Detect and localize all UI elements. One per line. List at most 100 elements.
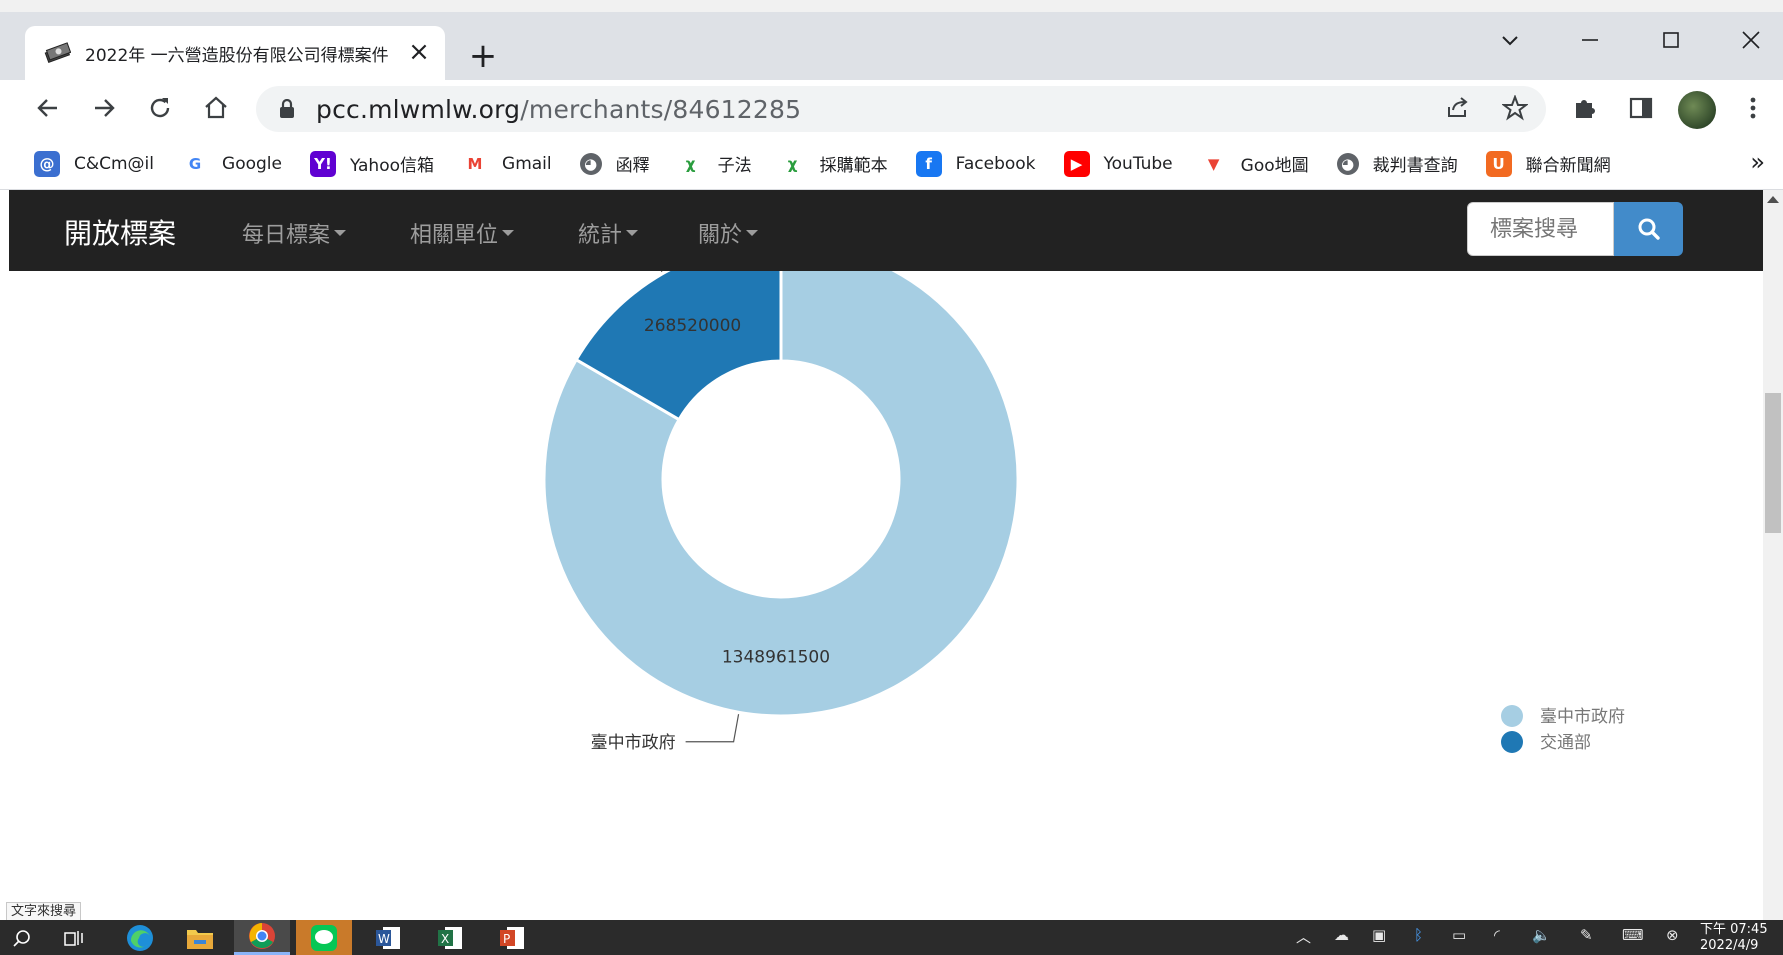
nav-daily-tenders[interactable]: 每日標案 (242, 217, 347, 249)
mail-badge-icon: @ (34, 150, 60, 177)
pcc-logo-icon: χ (779, 150, 806, 177)
side-panel-icon[interactable] (1623, 90, 1659, 126)
bookmark-item[interactable]: χ 子法 (677, 150, 752, 177)
tray-security-icon[interactable]: ▣ (1372, 926, 1386, 944)
new-tab-button[interactable]: + (468, 39, 498, 73)
globe-icon: ◕ (1336, 152, 1359, 175)
status-tooltip: 文字來搜尋 (6, 902, 82, 922)
nav-label: 關於 (698, 223, 743, 248)
tray-chevron-up-icon[interactable]: ︿ (1296, 926, 1311, 947)
svg-text:X: X (441, 932, 449, 946)
reload-icon[interactable] (142, 90, 178, 126)
line-app-icon[interactable] (296, 920, 352, 955)
slice-leader-line (685, 714, 740, 743)
bookmark-label: 採購範本 (819, 156, 888, 176)
facebook-icon: f (915, 150, 942, 177)
page-scrollbar[interactable] (1763, 190, 1783, 920)
powerpoint-icon[interactable]: P (490, 920, 534, 955)
share-icon[interactable] (1440, 90, 1476, 126)
windows-taskbar: W X P ︿ ☁ ▣ ᛒ ▭ ◜ 🔈 ✎ ⌨ ⊗ 下午 07:45 2022/… (0, 920, 1783, 955)
bookmark-label: Yahoo信箱 (349, 156, 435, 176)
legend-label[interactable]: 交通部 (1540, 733, 1591, 753)
slice-name-label: 臺中市政府 (591, 733, 676, 753)
extensions-puzzle-icon[interactable] (1567, 90, 1603, 126)
back-arrow-icon[interactable] (30, 90, 66, 126)
lock-icon (280, 99, 294, 118)
system-clock[interactable]: 下午 07:45 2022/4/9 (1700, 922, 1768, 954)
site-brand[interactable]: 開放標案 (64, 212, 176, 252)
edge-browser-icon[interactable] (118, 920, 162, 955)
bookmark-label: Gmail (502, 153, 552, 174)
legend-label[interactable]: 臺中市政府 (1540, 707, 1625, 727)
excel-icon[interactable]: X (428, 920, 472, 955)
battery-icon[interactable]: ▭ (1452, 926, 1466, 944)
maps-pin-icon: ▼ (1200, 150, 1227, 177)
home-icon[interactable] (198, 90, 234, 126)
legend-marker[interactable] (1501, 731, 1523, 753)
star-bookmark-icon[interactable] (1497, 90, 1533, 126)
bookmarks-overflow-button[interactable]: » (1750, 148, 1765, 176)
money-stack-icon (44, 42, 71, 64)
url-path: /merchants/84612285 (520, 94, 802, 124)
bookmark-label: Google (222, 153, 282, 174)
caret-down-icon (626, 230, 639, 236)
nav-about[interactable]: 關於 (698, 217, 759, 249)
caret-down-icon (502, 230, 515, 236)
chrome-taskbar-icon[interactable] (234, 920, 290, 955)
nav-label: 每日標案 (242, 223, 331, 248)
address-bar[interactable]: pcc.mlwmlw.org/merchants/84612285 (256, 86, 1546, 132)
tender-search-input[interactable] (1467, 202, 1614, 256)
file-explorer-icon[interactable] (178, 920, 222, 955)
onedrive-cloud-icon[interactable]: ☁ (1334, 926, 1349, 944)
bookmark-item[interactable]: @ C&Cm@il (34, 150, 154, 177)
legend-marker[interactable] (1501, 705, 1523, 727)
minimize-icon[interactable] (1570, 30, 1610, 66)
scroll-thumb[interactable] (1765, 393, 1781, 533)
word-icon[interactable]: W (366, 920, 410, 955)
wifi-icon[interactable]: ◜ (1494, 926, 1500, 944)
slice-leader-line (660, 271, 663, 273)
bookmark-item[interactable]: Y! Yahoo信箱 (309, 150, 435, 177)
profile-avatar[interactable] (1678, 91, 1716, 129)
bookmark-item[interactable]: M Gmail (462, 150, 552, 177)
bookmark-item[interactable]: G Google (182, 150, 282, 177)
notification-close-icon[interactable]: ⊗ (1666, 926, 1679, 944)
bookmark-item[interactable]: ▶ YouTube (1063, 150, 1173, 177)
bookmark-item[interactable]: χ 採購範本 (779, 150, 888, 177)
close-window-icon[interactable] (1731, 30, 1771, 66)
bookmark-item[interactable]: f Facebook (915, 150, 1036, 177)
task-view-icon[interactable] (56, 920, 92, 955)
globe-icon: ◕ (579, 152, 602, 175)
bookmark-label: Facebook (955, 153, 1036, 174)
bookmarks-bar: @ C&Cm@il G Google Y! Yahoo信箱 M Gmail ◕ 函釋 χ 子法 χ 採購範… (0, 138, 1783, 190)
svg-text:W: W (378, 932, 390, 946)
nav-label: 統計 (578, 223, 623, 248)
pen-icon[interactable]: ✎ (1580, 926, 1593, 944)
bookmark-item[interactable]: ◕ 函釋 (579, 151, 650, 176)
bookmark-label: YouTube (1103, 153, 1173, 174)
nav-statistics[interactable]: 統計 (578, 217, 639, 249)
tab-close-icon[interactable]: × (407, 39, 431, 65)
screen: 2022年 一六營造股份有限公司得標案件 × + pcc.mlwmlw.org/… (0, 0, 1783, 955)
scroll-up-arrow-icon[interactable] (1767, 196, 1779, 203)
volume-icon[interactable]: 🔈 (1532, 926, 1551, 944)
url-domain: pcc.mlwmlw.org (316, 94, 521, 124)
svg-text:P: P (503, 932, 510, 946)
nav-related-units[interactable]: 相關單位 (410, 217, 515, 249)
bluetooth-icon[interactable]: ᛒ (1414, 926, 1423, 944)
touch-keyboard-icon[interactable]: ⌨ (1622, 926, 1644, 944)
search-button[interactable] (1614, 202, 1683, 256)
maximize-icon[interactable] (1651, 30, 1691, 66)
bookmark-item[interactable]: ◕ 裁判書查詢 (1336, 151, 1458, 176)
search-icon[interactable] (4, 920, 40, 955)
tab-search-chevron-icon[interactable] (1490, 30, 1530, 66)
menu-kebab-icon[interactable] (1735, 90, 1771, 126)
bookmark-item[interactable]: ▼ Goo地圖 (1200, 150, 1309, 177)
google-icon: G (182, 150, 209, 177)
yahoo-icon: Y! (309, 150, 336, 177)
forward-arrow-icon[interactable] (86, 90, 122, 126)
pcc-logo-icon: χ (677, 150, 704, 177)
browser-toolbar: pcc.mlwmlw.org/merchants/84612285 (0, 80, 1783, 138)
browser-tab[interactable]: 2022年 一六營造股份有限公司得標案件 × (25, 26, 445, 80)
bookmark-item[interactable]: U 聯合新聞網 (1485, 150, 1611, 177)
